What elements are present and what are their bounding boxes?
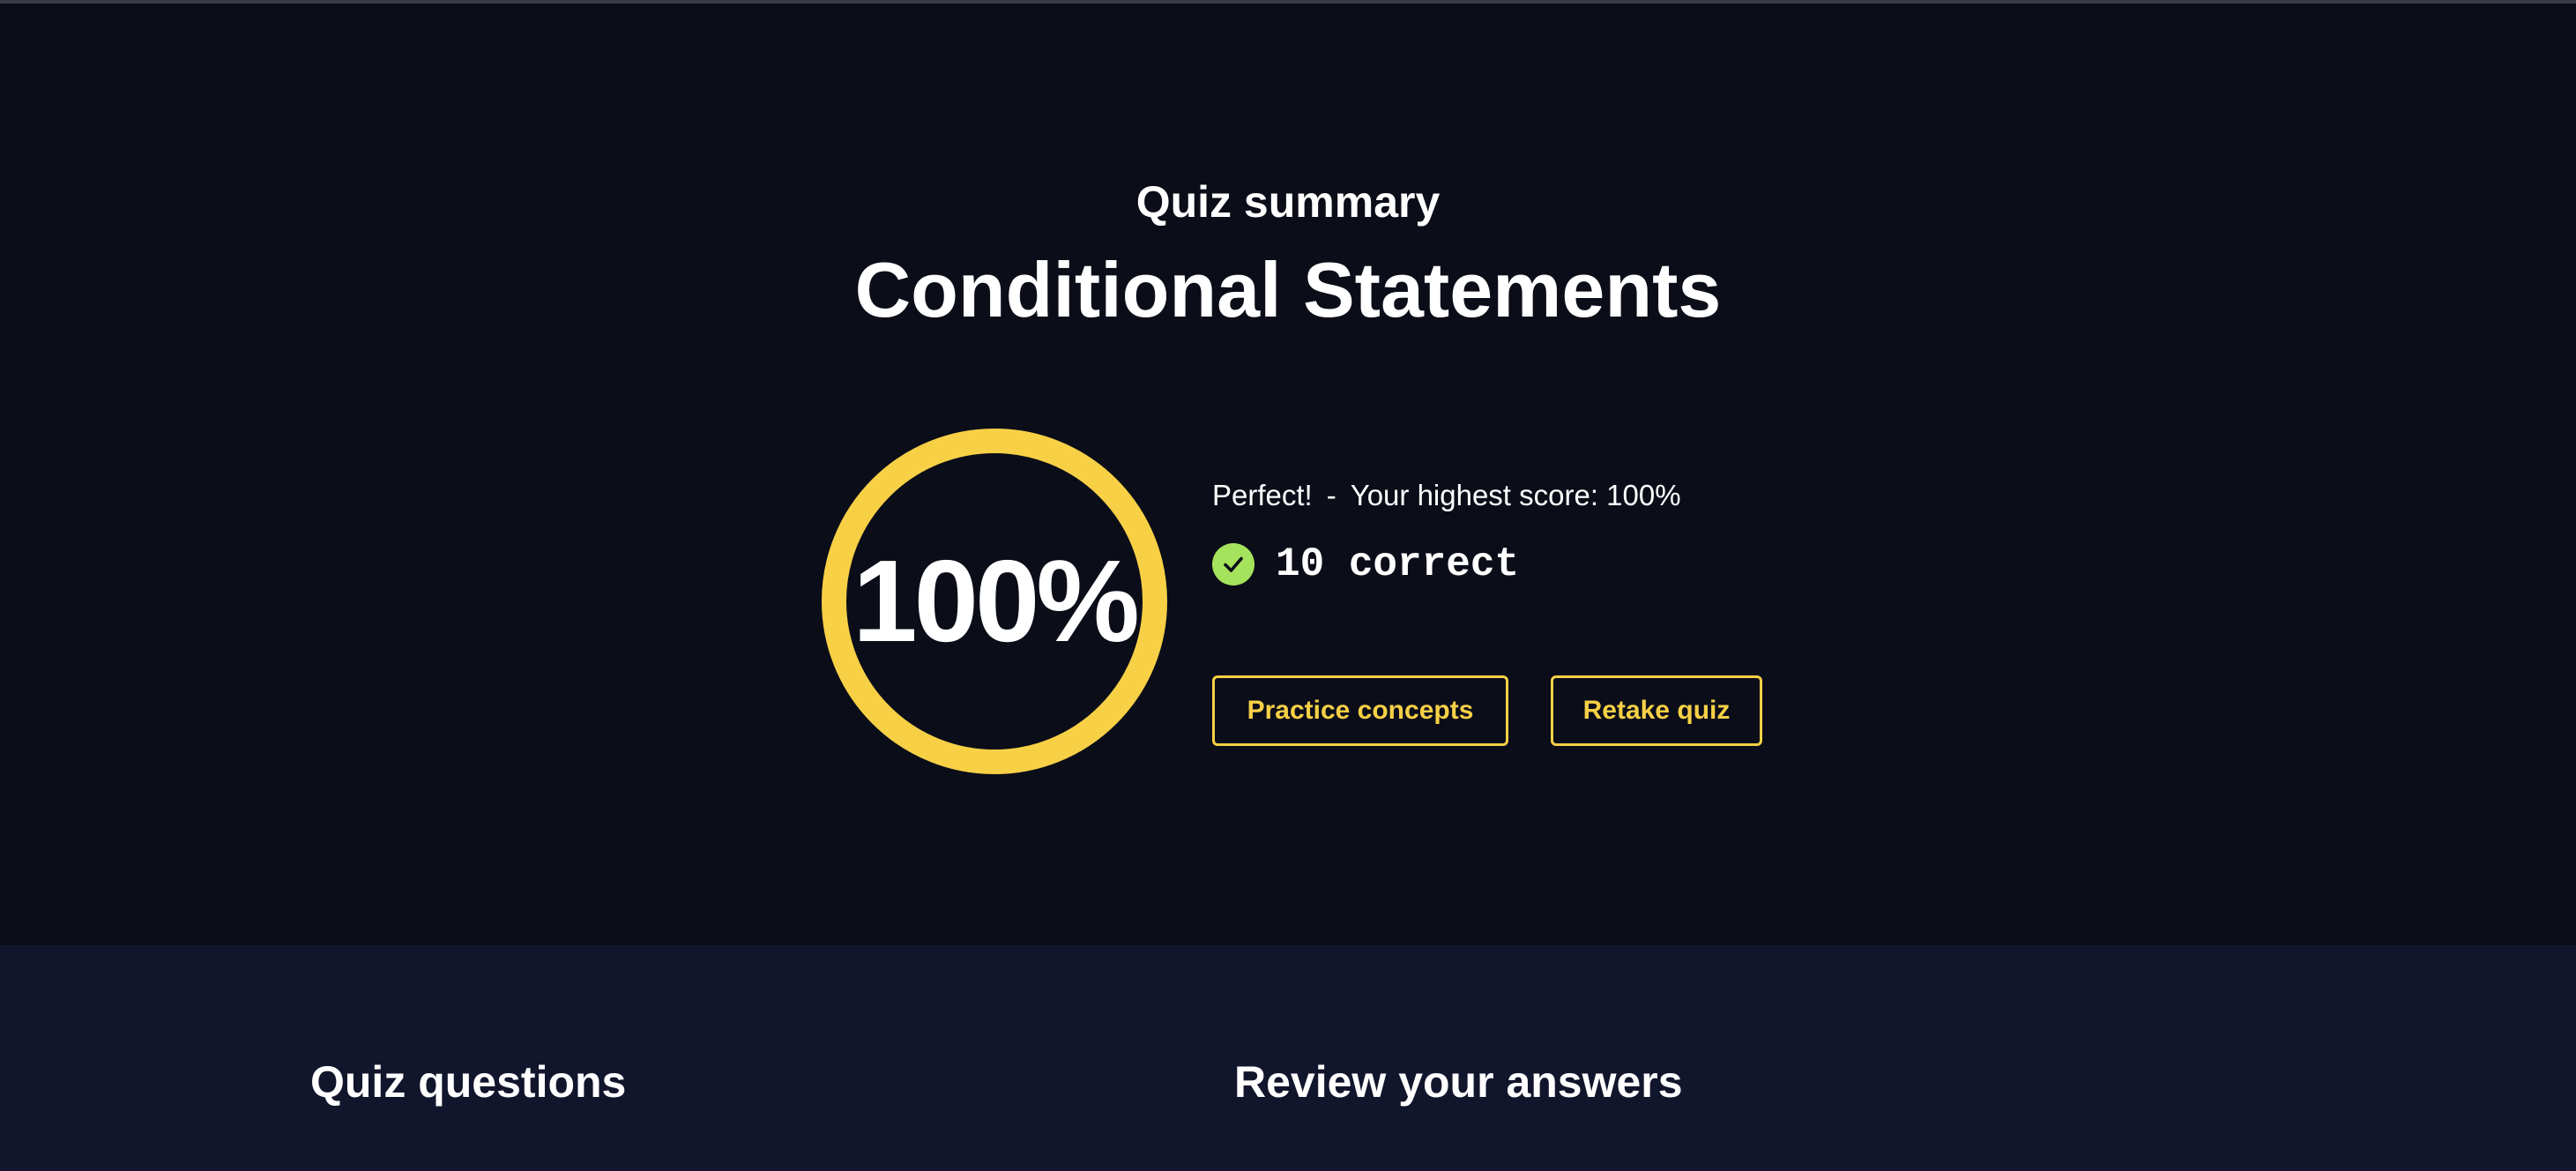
quiz-summary-section: Quiz summary Conditional Statements 100%…: [0, 4, 2576, 945]
quiz-summary-label: Quiz summary: [1135, 177, 1441, 227]
check-circle-icon: [1212, 543, 1254, 586]
correct-count: 10 correct: [1276, 541, 1520, 587]
practice-concepts-button[interactable]: Practice concepts: [1212, 675, 1508, 746]
quiz-questions-heading: Quiz questions: [310, 1057, 627, 1107]
score-percent: 100%: [852, 536, 1140, 666]
summary-actions: Practice concepts Retake quiz: [1212, 675, 1762, 746]
score-details: Perfect! - Your highest score: 100% 10 cor…: [1212, 471, 2006, 589]
score-ring: 100%: [822, 429, 1167, 774]
review-answers-heading: Review your answers: [1234, 1057, 1683, 1107]
score-rating: Perfect!: [1212, 479, 1313, 511]
quiz-review-section: Quiz questions Review your answers: [0, 945, 2576, 1171]
retake-quiz-button[interactable]: Retake quiz: [1551, 675, 1762, 746]
highest-score: Your highest score: 100%: [1350, 479, 1681, 511]
correct-count-row: 10 correct: [1212, 540, 2006, 589]
checkmark-icon: [1224, 556, 1243, 572]
score-line: Perfect! - Your highest score: 100%: [1212, 471, 2006, 520]
quiz-title: Conditional Statements: [854, 246, 1722, 333]
score-separator: -: [1326, 479, 1336, 511]
